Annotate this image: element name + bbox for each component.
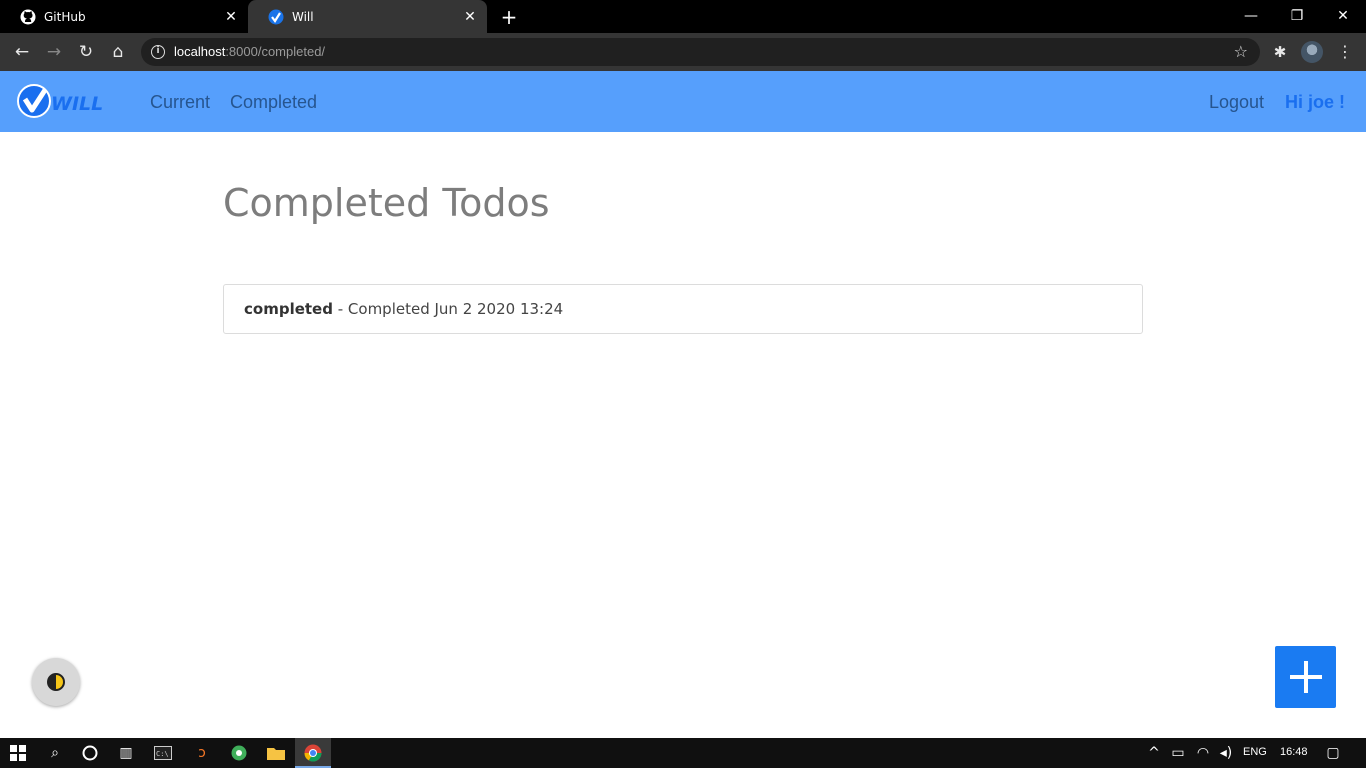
chrome-icon[interactable] bbox=[303, 743, 323, 763]
nav-current-link[interactable]: Current bbox=[150, 92, 210, 113]
page-title: Completed Todos bbox=[223, 181, 550, 225]
minimize-icon[interactable]: — bbox=[1240, 5, 1262, 27]
theme-toggle-button[interactable] bbox=[32, 658, 80, 706]
reload-icon[interactable]: ↻ bbox=[76, 42, 96, 62]
github-icon bbox=[20, 9, 36, 25]
language-indicator[interactable]: ENG bbox=[1243, 746, 1267, 758]
close-icon[interactable]: ✕ bbox=[463, 10, 477, 24]
battery-icon[interactable]: ▭ bbox=[1168, 743, 1188, 763]
will-check-icon bbox=[268, 9, 284, 25]
browser-toolbar: ← → ↻ ⌂ i localhost:8000/completed/ ☆ ✱ … bbox=[0, 33, 1366, 71]
todo-name: completed bbox=[244, 300, 333, 318]
tab-title: GitHub bbox=[44, 9, 86, 24]
file-explorer-icon[interactable] bbox=[266, 743, 286, 763]
profile-avatar[interactable] bbox=[1301, 41, 1323, 63]
windows-taskbar: ⌕ ▥ C:\ ↄ ^ ▭ ◠ ◂) ENG 16:48 ▢ bbox=[0, 738, 1366, 768]
search-icon[interactable]: ⌕ bbox=[45, 743, 65, 763]
tab-github[interactable]: GitHub ✕ bbox=[0, 0, 248, 33]
half-moon-icon bbox=[47, 673, 65, 691]
forward-icon[interactable]: → bbox=[44, 42, 64, 62]
task-view-icon[interactable]: ▥ bbox=[116, 743, 136, 763]
notifications-icon[interactable]: ▢ bbox=[1323, 743, 1343, 763]
logout-link[interactable]: Logout bbox=[1209, 92, 1264, 113]
tab-title: Will bbox=[292, 9, 314, 24]
will-logo[interactable]: WILL bbox=[17, 84, 125, 118]
new-tab-icon[interactable]: + bbox=[500, 7, 518, 27]
site-navbar: WILL Current Completed Logout Hi joe ! bbox=[0, 71, 1366, 132]
app-green-icon[interactable] bbox=[229, 743, 249, 763]
tab-will[interactable]: Will ✕ bbox=[248, 0, 487, 33]
restore-icon[interactable]: ❐ bbox=[1286, 5, 1308, 27]
todo-item: completed - Completed Jun 2 2020 13:24 bbox=[223, 284, 1143, 334]
back-icon[interactable]: ← bbox=[12, 42, 32, 62]
todo-content: completed - Completed Jun 2 2020 13:24 bbox=[244, 300, 563, 318]
user-greeting: Hi joe ! bbox=[1285, 92, 1346, 112]
windows-start-icon[interactable] bbox=[8, 743, 28, 763]
home-icon[interactable]: ⌂ bbox=[108, 42, 128, 62]
jupyter-icon[interactable]: ↄ bbox=[192, 743, 212, 763]
todo-detail: - Completed Jun 2 2020 13:24 bbox=[332, 300, 564, 318]
cortana-icon[interactable] bbox=[80, 743, 100, 763]
chevron-up-icon[interactable]: ^ bbox=[1144, 743, 1164, 763]
extensions-puzzle-icon[interactable]: ✱ bbox=[1270, 42, 1290, 62]
more-menu-icon[interactable]: ⋮ bbox=[1337, 42, 1353, 62]
add-todo-button[interactable] bbox=[1275, 646, 1336, 708]
logo-text: WILL bbox=[51, 93, 103, 115]
volume-icon[interactable]: ◂) bbox=[1216, 743, 1236, 763]
wifi-icon[interactable]: ◠ bbox=[1193, 743, 1213, 763]
window-close-icon[interactable]: ✕ bbox=[1332, 5, 1354, 27]
nav-completed-link[interactable]: Completed bbox=[230, 92, 317, 113]
terminal-icon[interactable]: C:\ bbox=[153, 743, 173, 763]
address-bar[interactable]: i localhost:8000/completed/ ☆ bbox=[141, 38, 1260, 66]
url-text: localhost:8000/completed/ bbox=[174, 44, 325, 59]
browser-tab-strip: GitHub ✕ Will ✕ + — ❐ ✕ bbox=[0, 0, 1366, 33]
svg-text:C:\: C:\ bbox=[156, 750, 169, 758]
url-host: localhost bbox=[174, 44, 226, 59]
close-icon[interactable]: ✕ bbox=[224, 10, 238, 24]
bookmark-star-icon[interactable]: ☆ bbox=[1234, 42, 1248, 61]
url-path: :8000/completed/ bbox=[225, 44, 326, 59]
clock[interactable]: 16:48 bbox=[1280, 746, 1308, 758]
info-icon[interactable]: i bbox=[151, 45, 165, 59]
